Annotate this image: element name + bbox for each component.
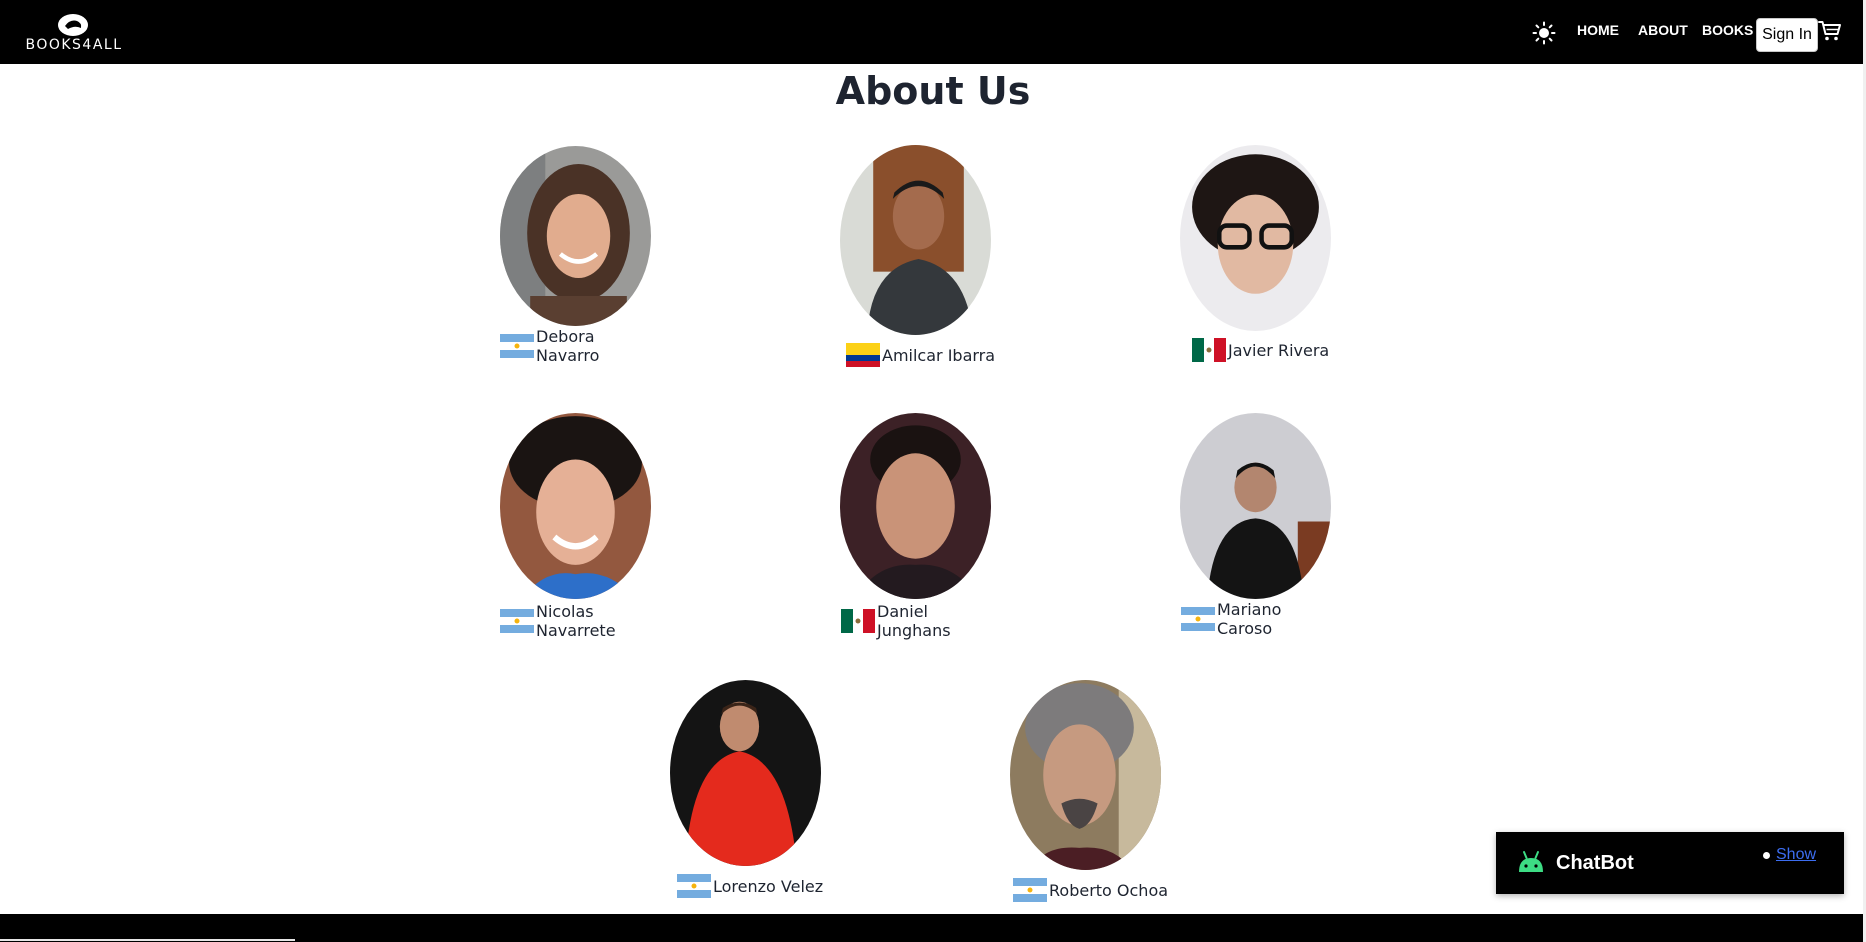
member-photo-nicolas-navarrete xyxy=(500,413,651,599)
android-icon xyxy=(1519,851,1543,872)
footer xyxy=(0,914,1866,942)
member-caption: Lorenzo Velez xyxy=(677,874,823,898)
member-caption: Roberto Ochoa xyxy=(1013,878,1168,902)
argentina-flag-icon xyxy=(677,874,711,898)
member-name: Lorenzo Velez xyxy=(713,876,824,896)
member-photo-lorenzo-velez xyxy=(670,680,821,866)
member-photo-debora-navarro xyxy=(500,146,651,326)
member-name: Debora Navarro xyxy=(536,327,600,365)
member-caption: Daniel Junghans xyxy=(841,602,951,640)
member-name: Roberto Ochoa xyxy=(1049,880,1169,900)
member-caption: Nicolas Navarrete xyxy=(500,602,616,640)
page-title: About Us xyxy=(835,69,1031,113)
member-name: Nicolas Navarrete xyxy=(536,602,616,640)
member-photo-javier-rivera xyxy=(1180,145,1331,331)
member-photo-mariano-caroso xyxy=(1180,413,1331,599)
argentina-flag-icon xyxy=(1013,878,1047,902)
member-caption: Amilcar Ibarra xyxy=(846,343,995,367)
member-name: Amilcar Ibarra xyxy=(882,345,996,365)
sign-in-button[interactable]: Sign In xyxy=(1756,18,1818,52)
argentina-flag-icon xyxy=(1181,607,1215,631)
book-logo-icon xyxy=(58,14,88,36)
brand-logo[interactable]: BOOKS4ALL xyxy=(22,10,126,56)
member-photo-daniel-junghans xyxy=(840,413,991,599)
nav-about[interactable]: ABOUT xyxy=(1638,22,1688,38)
nav-home[interactable]: HOME xyxy=(1577,22,1619,38)
sun-icon[interactable] xyxy=(1532,21,1556,45)
navbar: BOOKS4ALL HOME ABOUT BOOKS Sign In xyxy=(0,0,1866,64)
about-page: BOOKS4ALL HOME ABOUT BOOKS Sign In About… xyxy=(0,0,1866,942)
argentina-flag-icon xyxy=(500,609,534,633)
member-photo-amilcar-ibarra xyxy=(840,145,991,335)
cart-icon[interactable] xyxy=(1818,20,1842,42)
member-name: Javier Rivera xyxy=(1228,340,1330,360)
nav-books[interactable]: BOOKS xyxy=(1702,22,1753,38)
member-photo-roberto-ochoa xyxy=(1010,680,1161,870)
chatbot-show-link[interactable]: Show xyxy=(1776,846,1816,864)
member-caption: Mariano Caroso xyxy=(1181,600,1287,638)
footer-divider xyxy=(0,939,295,941)
member-name: Mariano Caroso xyxy=(1217,600,1282,638)
member-caption: Debora Navarro xyxy=(500,327,606,365)
colombia-flag-icon xyxy=(846,343,880,367)
mexico-flag-icon xyxy=(1192,338,1226,362)
mexico-flag-icon xyxy=(841,609,875,633)
bullet-dot xyxy=(1763,852,1770,859)
chatbot-title: ChatBot xyxy=(1556,852,1634,874)
member-name: Daniel Junghans xyxy=(877,602,951,640)
brand-name: BOOKS4ALL xyxy=(25,37,123,53)
member-caption: Javier Rivera xyxy=(1192,338,1329,362)
argentina-flag-icon xyxy=(500,334,534,358)
